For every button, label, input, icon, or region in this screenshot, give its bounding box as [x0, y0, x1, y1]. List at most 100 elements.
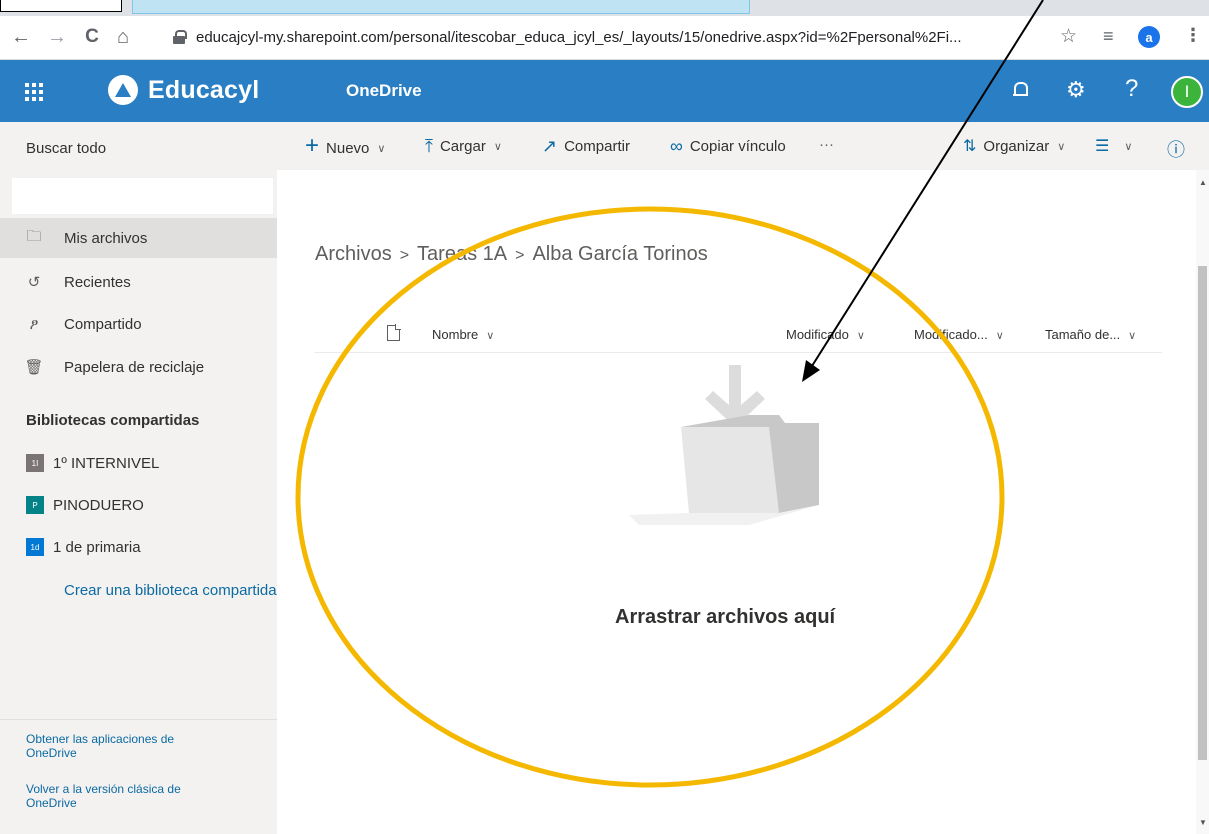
file-list-header: Nombre ∨ Modificado ∨ Modificado... ∨ Tamañ… [314, 315, 1162, 353]
link-icon: ∞ [670, 136, 683, 156]
chevron-down-icon: ∨ [493, 141, 502, 153]
settings-gear-icon[interactable]: ⚙ [1066, 77, 1086, 103]
copy-link-button[interactable]: ∞ Copiar vínculo [670, 136, 786, 157]
library-item[interactable]: 1I 1º INTERNIVEL [26, 451, 159, 475]
shared-libraries-heading: Bibliotecas compartidas [26, 412, 200, 429]
nav-item-label: Mis archivos [64, 229, 148, 247]
browser-tab[interactable] [0, 0, 122, 12]
get-apps-link[interactable]: Obtener las aplicaciones de OneDrive [26, 732, 226, 760]
list-view-icon: ☰ [1095, 138, 1110, 155]
chevron-down-icon: ∨ [486, 330, 495, 342]
nav-item-my-files[interactable]: 🗀 Mis archivos [0, 218, 277, 258]
command-bar: + Nuevo ∨ ⤒ Cargar ∨ ↗ Compartir ∞ Copia… [277, 122, 1209, 170]
nav-item-label: Compartido [64, 315, 142, 333]
browser-profile-avatar[interactable]: a [1138, 26, 1160, 48]
sidebar-divider [0, 719, 277, 720]
chevron-down-icon: ∨ [856, 330, 865, 342]
library-badge: 1I [26, 454, 44, 472]
app-launcher-icon[interactable] [20, 78, 46, 104]
lock-icon [172, 30, 187, 44]
column-header-name[interactable]: Nombre ∨ [432, 327, 494, 342]
info-pane-button[interactable]: ⓘ [1167, 136, 1192, 162]
file-type-icon[interactable] [387, 324, 401, 341]
browser-toolbar: ← → C ⌂ educajcyl-my.sharepoint.com/pers… [0, 16, 1209, 60]
vertical-scrollbar[interactable]: ▲ ▼ [1196, 170, 1209, 834]
column-header-modified-by[interactable]: Modificado... ∨ [914, 327, 1004, 342]
search-input[interactable] [12, 178, 273, 214]
share-button[interactable]: ↗ Compartir [542, 136, 630, 157]
brand-name: Educacyl [148, 75, 260, 104]
breadcrumb-current: Alba García Torinos [532, 243, 708, 265]
main-content: Archivos > Tareas 1A > Alba García Torinos N… [277, 170, 1209, 834]
scroll-down-arrow-icon[interactable]: ▼ [1199, 818, 1207, 827]
forward-button[interactable]: → [44, 24, 70, 50]
new-label: Nuevo [326, 139, 370, 157]
chevron-down-icon: ∨ [1124, 140, 1133, 153]
notifications-bell-icon[interactable] [1013, 81, 1028, 99]
sort-icon: ⇅ [963, 138, 977, 155]
breadcrumb-separator: > [399, 247, 410, 264]
chevron-down-icon: ∨ [1128, 330, 1137, 342]
empty-folder-illustration [629, 365, 819, 525]
library-item[interactable]: P PINODUERO [26, 493, 144, 517]
info-icon: ⓘ [1167, 140, 1185, 160]
left-navigation: Buscar todo 🗀 Mis archivos ↺ Recientes ፆ… [0, 122, 277, 834]
more-commands-button[interactable]: ··· [819, 136, 834, 153]
help-icon[interactable]: ? [1125, 75, 1138, 103]
history-icon: ↺ [27, 274, 41, 291]
library-label: 1º INTERNIVEL [53, 454, 160, 472]
breadcrumb-item[interactable]: Tareas 1A [417, 243, 507, 265]
folder-icon: 🗀 [26, 227, 42, 245]
sort-label: Organizar [983, 137, 1050, 155]
people-icon: ፆ [29, 315, 39, 333]
breadcrumb-separator: > [515, 247, 525, 264]
upload-icon: ⤒ [425, 136, 433, 156]
library-badge: 1d [26, 538, 44, 556]
browser-menu-icon[interactable]: ⋮ [1184, 25, 1202, 46]
plus-icon: + [305, 132, 320, 159]
scrollbar-thumb[interactable] [1198, 266, 1207, 760]
classic-version-link[interactable]: Volver a la versión clásica de OneDrive [26, 782, 226, 810]
upload-label: Cargar [439, 138, 486, 155]
upload-button[interactable]: ⤒ Cargar ∨ [425, 136, 502, 157]
url-text[interactable]: educajcyl-my.sharepoint.com/personal/ite… [196, 29, 962, 46]
bookmark-star-icon[interactable]: ☆ [1060, 25, 1077, 48]
library-label: PINODUERO [53, 496, 144, 514]
breadcrumb: Archivos > Tareas 1A > Alba García Torinos [315, 243, 708, 266]
educacyl-logo-icon [108, 75, 138, 105]
user-avatar[interactable]: I [1171, 76, 1203, 108]
nav-item-recycle-bin[interactable]: 🗑 Papelera de reciclaje [0, 347, 277, 387]
breadcrumb-item[interactable]: Archivos [315, 243, 392, 265]
chevron-down-icon: ∨ [1057, 140, 1066, 153]
chevron-down-icon: ∨ [377, 142, 386, 155]
drag-files-here-message: Arrastrar archivos aquí [615, 606, 836, 628]
reading-list-icon[interactable]: ≡ [1103, 26, 1114, 47]
suite-header: Educacyl OneDrive ⚙ ? I [0, 60, 1209, 122]
browser-tab-strip [0, 0, 1209, 16]
reload-button[interactable]: C [79, 24, 105, 50]
copy-link-label: Copiar vínculo [689, 138, 786, 155]
library-item[interactable]: 1d 1 de primaria [26, 535, 141, 559]
column-header-file-size[interactable]: Tamaño de... ∨ [1045, 327, 1136, 342]
nav-item-label: Papelera de reciclaje [64, 358, 205, 376]
trash-icon: 🗑 [24, 359, 44, 376]
new-button[interactable]: + Nuevo ∨ [305, 132, 386, 160]
library-label: 1 de primaria [53, 538, 141, 556]
home-button[interactable]: ⌂ [110, 24, 136, 50]
app-name[interactable]: OneDrive [346, 81, 422, 101]
back-button[interactable]: ← [8, 24, 34, 50]
brand-logo[interactable]: Educacyl [108, 75, 259, 105]
active-browser-tab[interactable] [132, 0, 750, 14]
share-icon: ↗ [542, 136, 558, 156]
nav-item-shared[interactable]: ፆ Compartido [0, 304, 277, 344]
address-bar[interactable]: educajcyl-my.sharepoint.com/personal/ite… [172, 23, 1092, 51]
search-label: Buscar todo [26, 140, 107, 157]
view-options-button[interactable]: ☰ ∨ [1095, 136, 1132, 156]
create-shared-library-link[interactable]: Crear una biblioteca compartida [64, 582, 277, 599]
scroll-up-arrow-icon[interactable]: ▲ [1199, 178, 1207, 187]
column-header-modified[interactable]: Modificado ∨ [786, 327, 865, 342]
library-badge: P [26, 496, 44, 514]
sort-button[interactable]: ⇅ Organizar ∨ [963, 136, 1065, 156]
share-label: Compartir [564, 138, 630, 155]
nav-item-recent[interactable]: ↺ Recientes [0, 262, 277, 302]
